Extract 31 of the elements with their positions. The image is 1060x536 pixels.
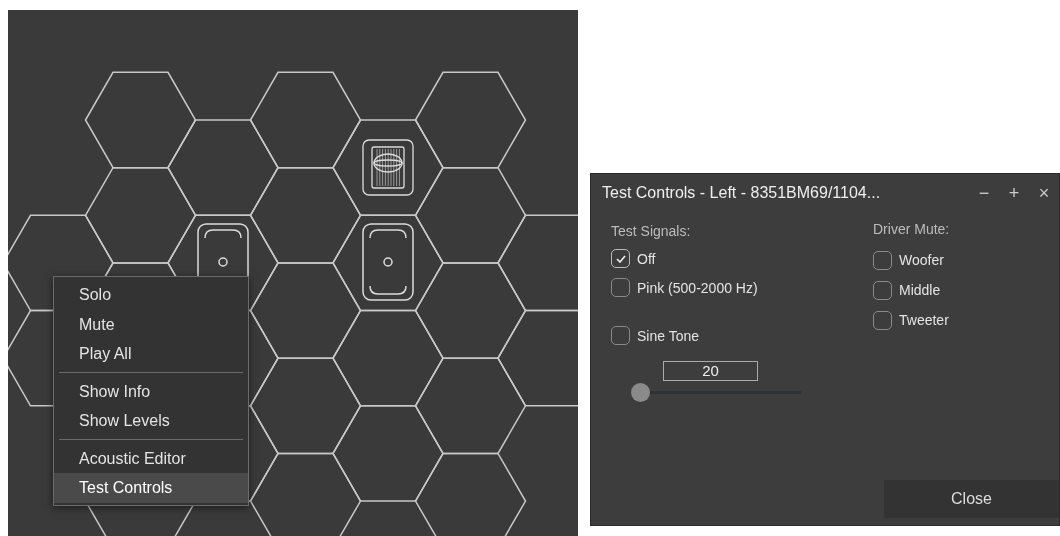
checkmark-icon	[615, 254, 626, 263]
speaker-icon[interactable]	[362, 223, 414, 301]
menu-item[interactable]: Test Controls	[54, 473, 248, 503]
checkbox[interactable]	[873, 280, 892, 300]
menu-item[interactable]: Mute	[54, 309, 248, 339]
window-button[interactable]: +	[999, 182, 1029, 204]
speaker-icon[interactable]	[362, 139, 414, 196]
checkbox[interactable]	[611, 278, 630, 297]
checkbox-label: Woofer	[899, 252, 944, 268]
frequency-input-field[interactable]: 20	[663, 361, 758, 381]
checkbox[interactable]	[611, 326, 630, 345]
checkbox-label: Off	[637, 250, 656, 267]
checkbox-label: Middle	[899, 282, 941, 298]
close-button[interactable]: Close	[884, 480, 1059, 518]
menu-item[interactable]: Acoustic Editor	[54, 443, 248, 473]
checkbox[interactable]	[873, 250, 892, 270]
section-heading: Driver Mute:	[873, 221, 950, 237]
checkbox-label: Sine Tone	[637, 327, 699, 344]
menu-item[interactable]: Show Info	[54, 376, 248, 406]
checkbox[interactable]	[611, 249, 630, 268]
menu-item[interactable]: Show Levels	[54, 406, 248, 436]
window-button[interactable]: −	[969, 182, 999, 204]
window-button[interactable]: ×	[1029, 182, 1059, 204]
menu-item[interactable]: Solo	[54, 280, 248, 310]
window-title: Test Controls - Left - 8351BM69/1104...	[602, 184, 881, 202]
slider-thumb[interactable]	[631, 383, 650, 402]
section-heading: Test Signals:	[611, 223, 692, 239]
checkbox[interactable]	[873, 310, 892, 330]
checkbox-label: Pink (500-2000 Hz)	[637, 279, 758, 296]
checkbox-label: Tweeter	[899, 312, 949, 328]
menu-item[interactable]: Play All	[54, 339, 248, 369]
